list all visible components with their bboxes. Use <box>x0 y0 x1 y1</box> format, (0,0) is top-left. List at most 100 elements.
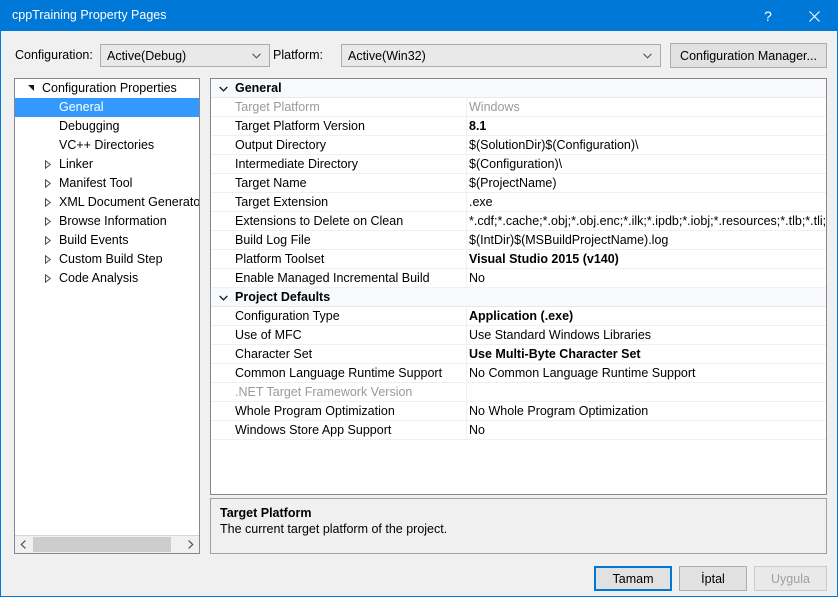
close-button[interactable] <box>791 1 837 31</box>
tree-item-custom-build-step[interactable]: Custom Build Step <box>15 250 199 269</box>
property-row-net-target-framework-version[interactable]: .NET Target Framework Version <box>211 383 826 402</box>
property-name: .NET Target Framework Version <box>235 385 413 399</box>
configuration-combobox[interactable]: Active(Debug) <box>100 44 270 67</box>
property-value[interactable]: Visual Studio 2015 (v140) <box>469 250 826 268</box>
cancel-button[interactable]: İptal <box>679 566 747 591</box>
property-row-target-name[interactable]: Target Name $(ProjectName) <box>211 174 826 193</box>
description-text: The current target platform of the proje… <box>220 522 448 536</box>
property-value[interactable]: No <box>469 269 826 287</box>
collapsed-triangle-icon[interactable] <box>40 231 56 250</box>
question-mark-icon: ? <box>764 8 772 24</box>
chevron-left-icon <box>20 540 26 549</box>
tree-item-linker[interactable]: Linker <box>15 155 199 174</box>
property-section-label: General <box>235 81 282 95</box>
property-row-build-log-file[interactable]: Build Log File $(IntDir)$(MSBuildProjectN… <box>211 231 826 250</box>
property-row-target-platform-version[interactable]: Target Platform Version 8.1 <box>211 117 826 136</box>
tree-item-debugging[interactable]: Debugging <box>15 117 199 136</box>
property-row-use-of-mfc[interactable]: Use of MFC Use Standard Windows Libraries <box>211 326 826 345</box>
collapsed-triangle-icon[interactable] <box>40 212 56 231</box>
scrollbar-thumb[interactable] <box>33 537 171 552</box>
tree-item-configuration-properties[interactable]: Configuration Properties <box>15 79 199 98</box>
expanded-triangle-icon[interactable] <box>23 79 39 98</box>
chevron-right-icon <box>188 540 194 549</box>
help-button[interactable]: ? <box>745 1 791 31</box>
property-value[interactable]: 8.1 <box>469 117 826 135</box>
collapsed-triangle-icon[interactable] <box>40 174 56 193</box>
configuration-tree[interactable]: Configuration Properties General Debugging… <box>15 79 199 535</box>
property-row-output-directory[interactable]: Output Directory $(SolutionDir)$(Configur… <box>211 136 826 155</box>
property-row-character-set[interactable]: Character Set Use Multi-Byte Character Se… <box>211 345 826 364</box>
property-row-platform-toolset[interactable]: Platform Toolset Visual Studio 2015 (v140… <box>211 250 826 269</box>
collapsed-triangle-icon[interactable] <box>40 193 56 212</box>
property-value[interactable]: Use Multi-Byte Character Set <box>469 345 826 363</box>
property-pages-dialog: cppTraining Property Pages ? Configurati… <box>0 0 838 597</box>
property-name: Target Name <box>235 176 307 190</box>
property-name: Target Platform Version <box>235 119 365 133</box>
description-title: Target Platform <box>220 506 312 520</box>
close-icon <box>808 10 820 22</box>
column-divider <box>466 250 467 268</box>
column-divider <box>466 231 467 249</box>
property-value[interactable]: $(Configuration)\ <box>469 155 826 173</box>
configuration-manager-button[interactable]: Configuration Manager... <box>670 43 827 68</box>
property-row-windows-store-app-support[interactable]: Windows Store App Support No <box>211 421 826 440</box>
tree-horizontal-scrollbar[interactable] <box>15 535 199 553</box>
property-value[interactable]: *.cdf;*.cache;*.obj;*.obj.enc;*.ilk;*.ip… <box>469 212 826 230</box>
collapsed-triangle-icon[interactable] <box>40 250 56 269</box>
property-row-target-extension[interactable]: Target Extension .exe <box>211 193 826 212</box>
property-row-common-language-runtime-support[interactable]: Common Language Runtime Support No Common… <box>211 364 826 383</box>
property-value[interactable]: $(SolutionDir)$(Configuration)\ <box>469 136 826 154</box>
tree-item-xml-document-generator[interactable]: XML Document Generator <box>15 193 199 212</box>
platform-combobox[interactable]: Active(Win32) <box>341 44 661 67</box>
platform-value: Active(Win32) <box>348 48 426 63</box>
property-row-target-platform[interactable]: Target Platform Windows <box>211 98 826 117</box>
apply-button[interactable]: Uygula <box>754 566 827 591</box>
property-value[interactable]: Windows <box>469 98 826 116</box>
tree-item-manifest-tool[interactable]: Manifest Tool <box>15 174 199 193</box>
tree-item-general[interactable]: General <box>15 98 199 117</box>
tree-item-vc-directories[interactable]: VC++ Directories <box>15 136 199 155</box>
chevron-down-icon[interactable] <box>216 288 230 306</box>
column-divider <box>466 269 467 287</box>
chevron-down-icon <box>252 52 261 59</box>
chevron-down-icon[interactable] <box>216 79 230 97</box>
collapsed-triangle-icon[interactable] <box>40 269 56 288</box>
description-panel: Target Platform The current target platf… <box>210 498 827 554</box>
property-value[interactable]: No Common Language Runtime Support <box>469 364 826 382</box>
configuration-tree-panel: Configuration Properties General Debugging… <box>14 78 200 554</box>
tree-item-code-analysis[interactable]: Code Analysis <box>15 269 199 288</box>
property-row-intermediate-directory[interactable]: Intermediate Directory $(Configuration)\ <box>211 155 826 174</box>
property-name: Common Language Runtime Support <box>235 366 443 380</box>
property-value[interactable]: $(IntDir)$(MSBuildProjectName).log <box>469 231 826 249</box>
property-section-general[interactable]: General <box>211 79 826 98</box>
column-divider <box>466 307 467 325</box>
tree-item-build-events[interactable]: Build Events <box>15 231 199 250</box>
chevron-down-icon <box>643 52 652 59</box>
tree-item-browse-information[interactable]: Browse Information <box>15 212 199 231</box>
property-name: Target Platform <box>235 100 320 114</box>
property-value[interactable]: .exe <box>469 193 826 211</box>
property-row-configuration-type[interactable]: Configuration Type Application (.exe) <box>211 307 826 326</box>
property-row-extensions-to-delete-on-clean[interactable]: Extensions to Delete on Clean *.cdf;*.cac… <box>211 212 826 231</box>
property-value[interactable]: Application (.exe) <box>469 307 826 325</box>
ok-button[interactable]: Tamam <box>594 566 672 591</box>
property-value[interactable]: Use Standard Windows Libraries <box>469 326 826 344</box>
collapsed-triangle-icon[interactable] <box>40 155 56 174</box>
property-section-label: Project Defaults <box>235 290 331 304</box>
column-divider <box>466 136 467 154</box>
property-value[interactable]: $(ProjectName) <box>469 174 826 192</box>
property-row-whole-program-optimization[interactable]: Whole Program Optimization No Whole Progr… <box>211 402 826 421</box>
scroll-right-button[interactable] <box>182 536 199 553</box>
property-section-project-defaults[interactable]: Project Defaults <box>211 288 826 307</box>
property-value[interactable]: No <box>469 421 826 439</box>
scroll-left-button[interactable] <box>15 536 32 553</box>
property-value[interactable]: No Whole Program Optimization <box>469 402 826 420</box>
property-name: Whole Program Optimization <box>235 404 395 418</box>
column-divider <box>466 117 467 135</box>
column-divider <box>466 193 467 211</box>
property-row-enable-managed-incremental-build[interactable]: Enable Managed Incremental Build No <box>211 269 826 288</box>
column-divider <box>466 98 467 116</box>
property-grid[interactable]: General Target Platform Windows Target Plat… <box>211 79 826 440</box>
